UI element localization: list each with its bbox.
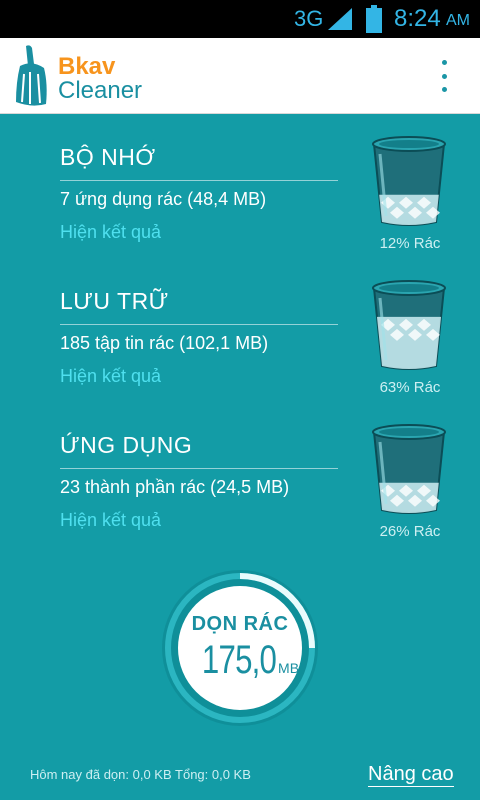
clean-size-value: 175,0 (201, 638, 277, 682)
battery-icon (366, 5, 382, 33)
trash-bin-icon (372, 136, 446, 226)
overflow-menu-icon[interactable] (430, 56, 458, 96)
section-title: ỨNG DỤNG (60, 432, 193, 458)
section-detail: 7 ứng dụng rác (48,4 MB) (60, 189, 267, 209)
broom-icon (16, 45, 47, 106)
junk-percent: 26% Rác (379, 523, 441, 540)
section-divider (60, 468, 338, 469)
brand-name: Bkav (58, 53, 116, 80)
network-type: 3G (294, 6, 324, 31)
show-results-link[interactable]: Hiện kết quả (60, 366, 161, 387)
signal-icon (328, 8, 352, 30)
section-detail: 185 tập tin rác (102,1 MB) (60, 333, 269, 353)
product-name: Cleaner (58, 77, 143, 104)
trash-bin-icon (372, 424, 446, 514)
junk-percent: 12% Rác (379, 235, 441, 252)
status-bar: 3G 8:24 AM (0, 0, 480, 38)
advanced-link[interactable]: Nâng cao (368, 762, 454, 787)
clock-time: 8:24 (394, 5, 441, 32)
clean-button-label: DỌN RÁC (191, 613, 289, 635)
section-title: BỘ NHỚ (60, 144, 156, 170)
clean-junk-button[interactable]: DỌN RÁC 175,0 MB (178, 586, 302, 710)
menu-dot (441, 73, 447, 79)
menu-dot (441, 60, 447, 65)
show-results-link[interactable]: Hiện kết quả (60, 510, 161, 531)
section-detail: 23 thành phần rác (24,5 MB) (60, 477, 290, 497)
cleaned-stats: Hôm nay đã dọn: 0,0 KB Tổng: 0,0 KB (30, 767, 251, 782)
section-divider (60, 324, 338, 325)
menu-dot (441, 87, 447, 92)
trash-bin-icon (372, 280, 446, 370)
apps-section: ỨNG DỤNG 23 thành phần rác (24,5 MB) Hiệ… (60, 424, 460, 552)
clock-ampm: AM (446, 12, 470, 29)
section-title: LƯU TRỮ (60, 288, 169, 314)
app-header: Bkav Cleaner (0, 38, 480, 114)
clean-size-unit: MB (278, 660, 300, 676)
clean-size: 175,0 MB (181, 638, 299, 683)
junk-percent: 63% Rác (379, 379, 441, 396)
section-divider (60, 180, 338, 181)
show-results-link[interactable]: Hiện kết quả (60, 222, 161, 243)
storage-section: LƯU TRỮ 185 tập tin rác (102,1 MB) Hiện … (60, 280, 460, 408)
memory-section: BỘ NHỚ 7 ứng dụng rác (48,4 MB) Hiện kết… (60, 136, 460, 264)
